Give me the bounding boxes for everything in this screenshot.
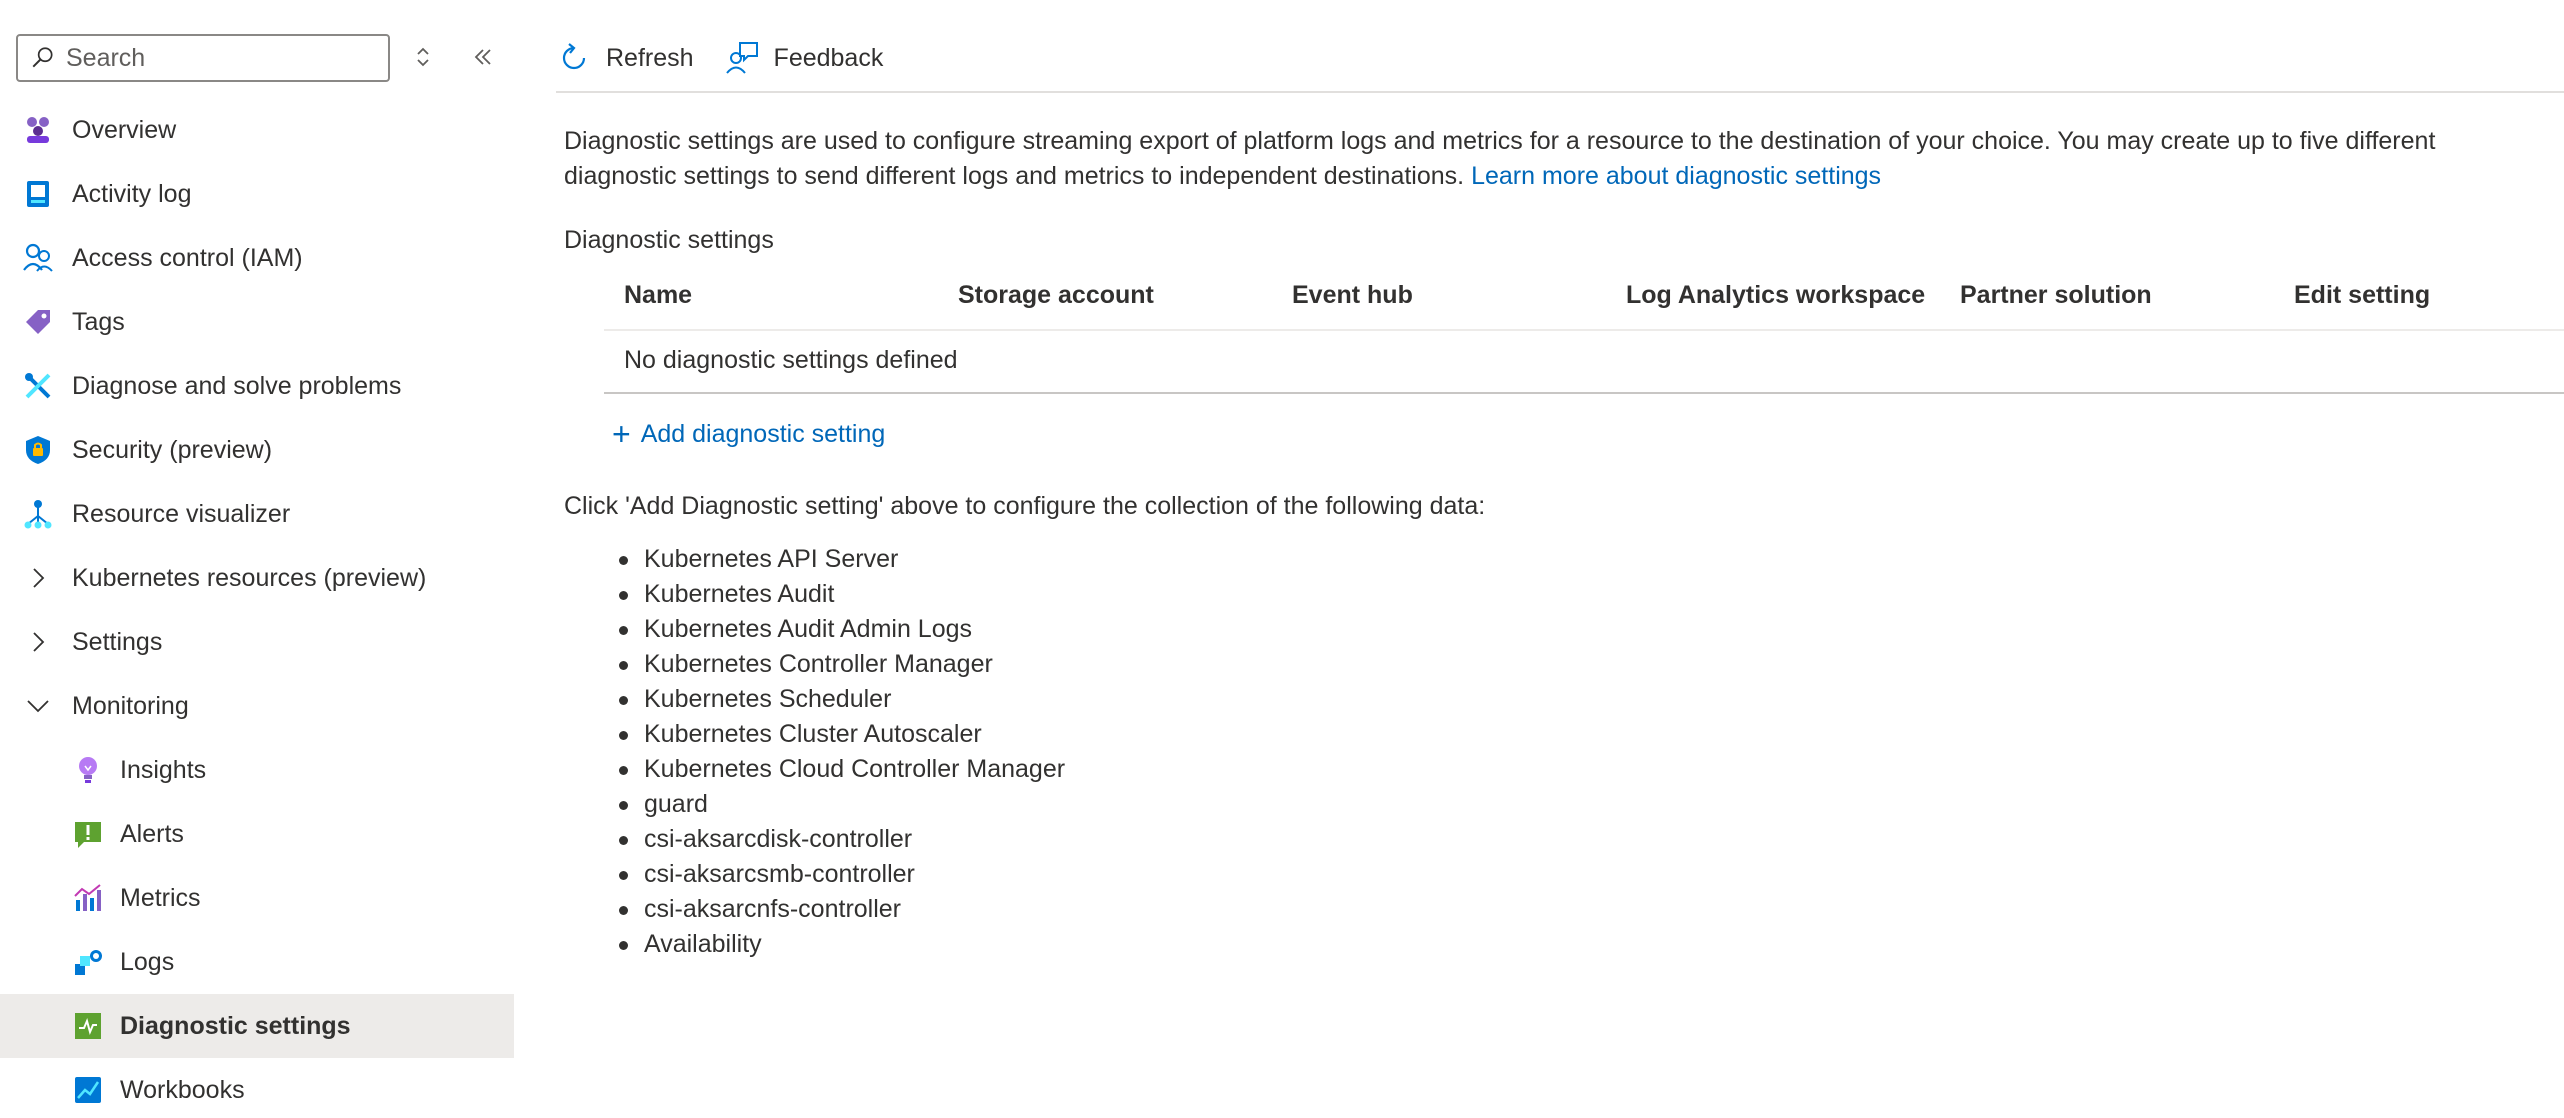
tag-icon (22, 306, 54, 338)
list-item: Kubernetes Audit (618, 577, 1065, 612)
chevron-down-icon (27, 700, 49, 713)
feedback-label: Feedback (773, 43, 884, 72)
toolbar-divider (556, 91, 2564, 93)
header-divider (604, 329, 2564, 331)
logs-icon (72, 946, 104, 978)
search-icon (32, 47, 53, 68)
diagnostic-settings-icon (72, 1010, 104, 1042)
sidebar-item-label: Diagnose and solve problems (72, 371, 402, 400)
sidebar-item-metrics[interactable]: Metrics (0, 866, 514, 930)
sidebar-item-diagnose[interactable]: Diagnose and solve problems (0, 354, 514, 418)
column-header-partner-solution: Partner solution (1960, 281, 2152, 309)
sidebar-item-label: Insights (120, 755, 207, 784)
column-header-event-hub: Event hub (1292, 281, 1413, 309)
wrench-icon (22, 370, 54, 402)
iam-icon (22, 242, 54, 274)
shield-icon (22, 434, 54, 466)
refresh-button[interactable]: Refresh (556, 40, 694, 76)
sidebar-item-label: Kubernetes resources (preview) (72, 563, 427, 592)
plus-icon: + (612, 416, 631, 452)
column-header-edit-setting: Edit setting (2294, 281, 2431, 309)
sidebar-item-activity-log[interactable]: Activity log (0, 162, 514, 226)
up-down-icon (417, 47, 429, 67)
add-diagnostic-setting-link[interactable]: + Add diagnostic setting (612, 418, 885, 450)
sidebar-item-label: Resource visualizer (72, 499, 291, 528)
sidebar-item-label: Monitoring (72, 691, 189, 720)
command-bar: Refresh Feedback (556, 30, 913, 86)
list-item: csi-aksarcdisk-controller (618, 822, 1065, 857)
sidebar-item-label: Workbooks (120, 1075, 245, 1104)
list-item: Kubernetes Controller Manager (618, 647, 1065, 682)
sidebar-item-label: Activity log (72, 179, 192, 208)
sidebar-item-diagnostic-settings[interactable]: Diagnostic settings (0, 994, 514, 1058)
sidebar-item-label: Diagnostic settings (120, 1011, 351, 1040)
lightbulb-icon (72, 754, 104, 786)
feedback-button[interactable]: Feedback (724, 40, 884, 76)
sidebar-item-label: Logs (120, 947, 175, 976)
refresh-label: Refresh (606, 43, 694, 72)
sidebar-item-access-control[interactable]: Access control (IAM) (0, 226, 514, 290)
list-item: Kubernetes Audit Admin Logs (618, 612, 1065, 647)
list-item: csi-aksarcnfs-controller (618, 892, 1065, 927)
sidebar-item-kubernetes-resources[interactable]: Kubernetes resources (preview) (0, 546, 514, 610)
overview-icon (22, 114, 54, 146)
sidebar-item-resource-visualizer[interactable]: Resource visualizer (0, 482, 514, 546)
sidebar-item-insights[interactable]: Insights (0, 738, 514, 802)
sort-toggle-button[interactable] (408, 42, 438, 72)
chevron-right-icon (33, 632, 45, 652)
data-category-list: Kubernetes API Server Kubernetes Audit K… (618, 542, 1065, 962)
sidebar-item-label: Tags (72, 307, 125, 336)
resource-visualizer-icon (22, 498, 54, 530)
empty-table-message: No diagnostic settings defined (624, 346, 958, 374)
column-header-storage-account: Storage account (958, 281, 1154, 309)
sidebar-item-overview[interactable]: Overview (0, 98, 514, 162)
sidebar-item-settings[interactable]: Settings (0, 610, 514, 674)
sidebar-item-security[interactable]: Security (preview) (0, 418, 514, 482)
sidebar-item-label: Access control (IAM) (72, 243, 303, 272)
search-box[interactable] (16, 34, 390, 82)
learn-more-link[interactable]: Learn more about diagnostic settings (1471, 162, 1881, 190)
sidebar-item-label: Settings (72, 627, 163, 656)
chevron-right-icon (33, 568, 45, 588)
list-item: Kubernetes Scheduler (618, 682, 1065, 717)
workbooks-icon (72, 1074, 104, 1106)
sidebar-item-monitoring[interactable]: Monitoring (0, 674, 514, 738)
double-chevron-left-icon (474, 49, 491, 65)
sidebar-item-label: Overview (72, 115, 177, 144)
alert-icon (72, 818, 104, 850)
sidebar-item-label: Alerts (120, 819, 184, 848)
description-text: Diagnostic settings are used to configur… (564, 124, 2544, 194)
list-item: Kubernetes Cluster Autoscaler (618, 717, 1065, 752)
column-header-log-analytics: Log Analytics workspace (1626, 281, 1926, 309)
row-divider (604, 392, 2564, 394)
add-diagnostic-setting-label: Add diagnostic setting (640, 419, 886, 448)
list-item: Kubernetes API Server (618, 542, 1065, 577)
sidebar-item-logs[interactable]: Logs (0, 930, 514, 994)
instructions-text: Click 'Add Diagnostic setting' above to … (564, 492, 1486, 520)
search-input[interactable] (66, 43, 366, 73)
left-navigation: Overview Activity log Access control (IA… (0, 0, 514, 1118)
list-item: guard (618, 787, 1065, 822)
sidebar-item-workbooks[interactable]: Workbooks (0, 1058, 514, 1118)
sidebar-item-label: Security (preview) (72, 435, 273, 464)
collapse-sidebar-button[interactable] (468, 42, 498, 72)
refresh-icon (562, 43, 586, 70)
sidebar-item-tags[interactable]: Tags (0, 290, 514, 354)
metrics-icon (72, 882, 104, 914)
sidebar-item-label: Metrics (120, 883, 201, 912)
list-item: Availability (618, 927, 1065, 962)
activity-log-icon (22, 178, 54, 210)
column-header-name: Name (624, 281, 693, 309)
list-item: csi-aksarcsmb-controller (618, 857, 1065, 892)
feedback-icon (725, 42, 758, 74)
section-title: Diagnostic settings (564, 226, 774, 254)
list-item: Kubernetes Cloud Controller Manager (618, 752, 1065, 787)
sidebar-item-alerts[interactable]: Alerts (0, 802, 514, 866)
